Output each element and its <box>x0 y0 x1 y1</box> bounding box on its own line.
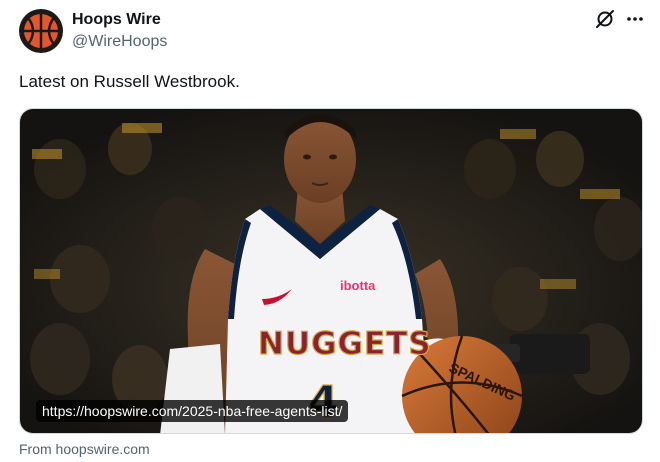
grok-icon[interactable] <box>594 8 616 30</box>
player-photo: SPALDING NUGGETS 4 ibotta <box>20 109 642 433</box>
card-source-link[interactable]: From hoopswire.com <box>19 440 150 458</box>
basketball-logo-icon <box>19 9 63 53</box>
media-card-image[interactable]: SPALDING NUGGETS 4 ibotta https://hoopsw… <box>19 108 643 434</box>
avatar[interactable] <box>19 9 63 53</box>
tweet-text: Latest on Russell Westbrook. <box>19 72 240 91</box>
link-url-overlay[interactable]: https://hoopswire.com/2025-nba-free-agen… <box>36 400 349 422</box>
more-dots-icon[interactable] <box>624 8 646 30</box>
jersey-team-text: NUGGETS <box>258 326 432 362</box>
author-name[interactable]: Hoops Wire <box>72 10 161 30</box>
jersey-sponsor-text: ibotta <box>340 278 376 293</box>
author-handle[interactable]: @WireHoops <box>72 32 167 52</box>
